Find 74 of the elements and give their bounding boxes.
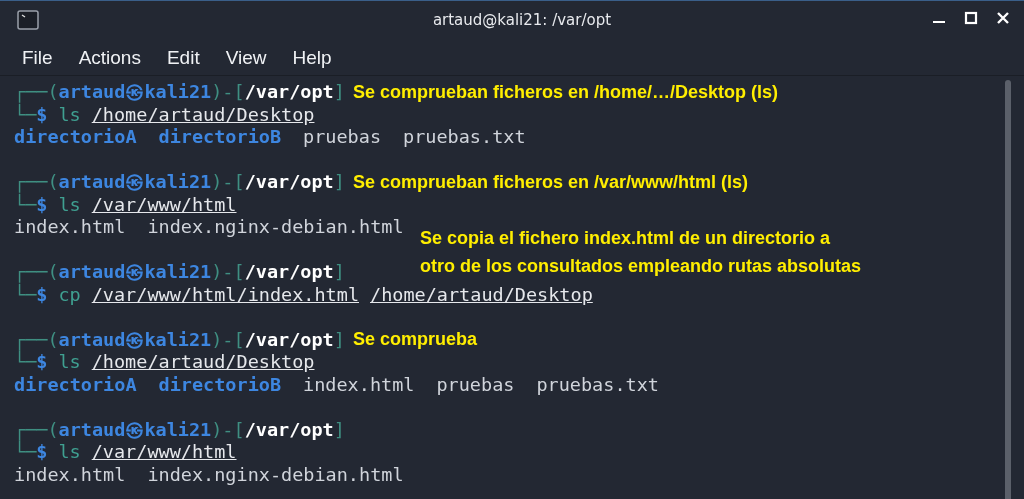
prompt-bracket: ]: [333, 328, 345, 351]
prompt-frame: ┌──(: [14, 261, 59, 284]
directory-name: directorioB: [158, 373, 282, 396]
window-title: artaud@kali21: /var/opt: [431, 11, 612, 29]
annotation-line: Se copia el fichero index.html de un directorio a: [420, 227, 832, 250]
command-argument: /home/artaud/Desktop: [370, 283, 593, 306]
prompt-dollar: $: [36, 193, 48, 216]
prompt-frame: ┌──(: [14, 418, 59, 441]
menu-item[interactable]: Actions: [67, 41, 152, 75]
file-name: pruebas: [303, 126, 382, 149]
command-argument: /home/artaud/Desktop: [91, 351, 315, 374]
annotation: Se comprueban ficheros en /home/…/Desktop (ls): [351, 81, 778, 103]
prompt-separator: )-[: [211, 81, 245, 104]
command-argument: /home/artaud/Desktop: [91, 103, 315, 126]
current-path: /var/opt: [244, 328, 334, 351]
menu-item[interactable]: File: [11, 41, 64, 75]
prompt-separator: )-[: [211, 261, 245, 284]
command-name: ls: [58, 193, 81, 216]
current-path: /var/opt: [244, 418, 334, 441]
file-name: index.html: [14, 463, 126, 486]
current-path: /var/opt: [244, 81, 334, 104]
prompt-bracket: ]: [333, 171, 345, 194]
command-name: ls: [58, 351, 81, 374]
prompt-dollar: $: [36, 103, 48, 126]
command-name: ls: [58, 441, 81, 464]
prompt-corner: └─: [14, 283, 37, 306]
command-argument: /var/www/html/index.html: [91, 283, 359, 306]
menu-item[interactable]: View: [214, 41, 278, 75]
file-name: pruebas.txt: [536, 373, 659, 396]
prompt-dollar: $: [36, 283, 48, 306]
user-host: artaud㉿kali21: [58, 328, 212, 351]
directory-name: directorioA: [14, 126, 137, 149]
user-host: artaud㉿kali21: [58, 81, 212, 104]
file-name: index.html: [303, 373, 415, 396]
file-name: pruebas.txt: [403, 126, 526, 149]
prompt-corner: └─: [14, 103, 37, 126]
menu-item[interactable]: Help: [281, 41, 343, 75]
prompt-separator: )-[: [211, 171, 245, 194]
file-name: index.nginx-debian.html: [147, 463, 404, 486]
annotation: Se comprueba: [351, 329, 477, 351]
prompt-frame: ┌──(: [14, 328, 59, 351]
current-path: /var/opt: [244, 171, 334, 194]
command-name: cp: [58, 283, 81, 306]
prompt-frame: ┌──(: [14, 171, 59, 194]
prompt-bracket: ]: [333, 261, 345, 284]
prompt-bracket: ]: [333, 418, 345, 441]
user-host: artaud㉿kali21: [58, 261, 212, 284]
file-name: pruebas: [436, 373, 515, 396]
prompt-dollar: $: [36, 351, 48, 374]
file-name: index.nginx-debian.html: [147, 216, 404, 239]
directory-name: directorioB: [158, 126, 282, 149]
scrollbar[interactable]: [1005, 80, 1011, 499]
terminal-icon: [17, 10, 39, 30]
prompt-corner: └─: [14, 193, 37, 216]
user-host: artaud㉿kali21: [58, 418, 212, 441]
file-name: index.html: [14, 216, 126, 239]
prompt-separator: )-[: [211, 418, 245, 441]
maximize-icon[interactable]: [964, 11, 978, 25]
menu-item[interactable]: Edit: [155, 41, 211, 75]
prompt-frame: ┌──(: [14, 81, 59, 104]
directory-name: directorioA: [14, 373, 137, 396]
command-argument: /var/www/html: [91, 441, 237, 464]
command-name: ls: [58, 103, 81, 126]
prompt-bracket: ]: [333, 81, 345, 104]
prompt-dollar: $: [36, 441, 48, 464]
command-argument: /var/www/html: [91, 193, 237, 216]
prompt-separator: )-[: [211, 328, 245, 351]
user-host: artaud㉿kali21: [58, 171, 212, 194]
prompt-corner: └─: [14, 441, 37, 464]
current-path: /var/opt: [244, 261, 334, 284]
annotation: Se comprueban ficheros en /var/www/html (ls): [351, 171, 748, 193]
close-icon[interactable]: [996, 11, 1010, 25]
prompt-corner: └─: [14, 351, 37, 374]
annotation-line: otro de los consultados empleando rutas absolutas: [420, 255, 862, 278]
